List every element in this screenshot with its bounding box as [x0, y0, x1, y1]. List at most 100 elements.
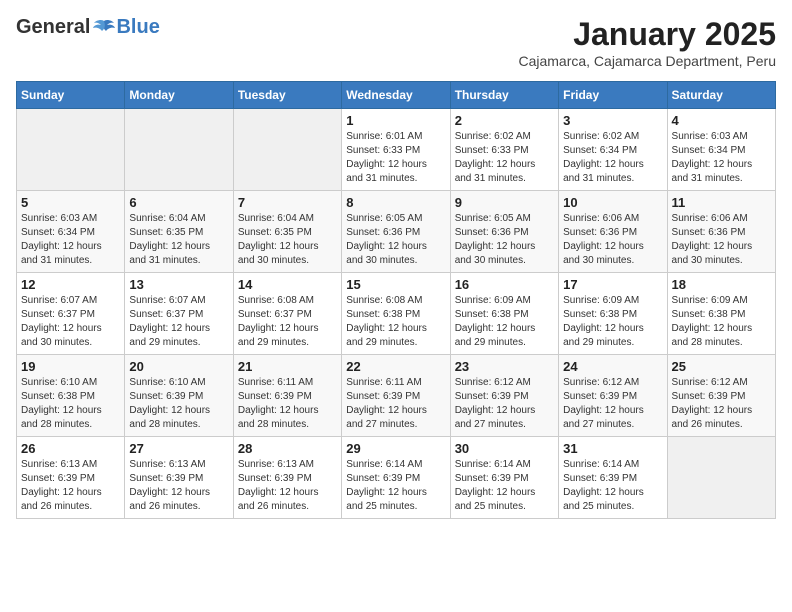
day-info: Sunrise: 6:06 AM Sunset: 6:36 PM Dayligh… — [563, 212, 662, 268]
page-header: General Blue January 2025 Cajamarca, Caj… — [16, 16, 776, 69]
day-info: Sunrise: 6:10 AM Sunset: 6:38 PM Dayligh… — [21, 376, 120, 432]
day-number: 1 — [346, 113, 445, 128]
calendar-cell: 27 Sunrise: 6:13 AM Sunset: 6:39 PM Dayli… — [125, 437, 233, 519]
day-number: 13 — [129, 277, 228, 292]
column-header-thursday: Thursday — [450, 82, 558, 109]
day-number: 29 — [346, 441, 445, 456]
logo-general-text: General — [16, 16, 90, 39]
column-header-saturday: Saturday — [667, 82, 775, 109]
day-info: Sunrise: 6:08 AM Sunset: 6:38 PM Dayligh… — [346, 294, 445, 350]
day-info: Sunrise: 6:12 AM Sunset: 6:39 PM Dayligh… — [455, 376, 554, 432]
day-info: Sunrise: 6:14 AM Sunset: 6:39 PM Dayligh… — [563, 458, 662, 514]
day-number: 14 — [238, 277, 337, 292]
day-info: Sunrise: 6:14 AM Sunset: 6:39 PM Dayligh… — [346, 458, 445, 514]
calendar-cell: 8Sunrise: 6:05 AM Sunset: 6:36 PM Daylig… — [342, 191, 450, 273]
day-number: 18 — [672, 277, 771, 292]
day-number: 6 — [129, 195, 228, 210]
day-number: 12 — [21, 277, 120, 292]
day-info: Sunrise: 6:11 AM Sunset: 6:39 PM Dayligh… — [346, 376, 445, 432]
day-info: Sunrise: 6:07 AM Sunset: 6:37 PM Dayligh… — [129, 294, 228, 350]
logo-bird-icon — [92, 19, 116, 37]
location-subtitle: Cajamarca, Cajamarca Department, Peru — [518, 53, 776, 69]
day-number: 26 — [21, 441, 120, 456]
day-info: Sunrise: 6:04 AM Sunset: 6:35 PM Dayligh… — [238, 212, 337, 268]
day-info: Sunrise: 6:10 AM Sunset: 6:39 PM Dayligh… — [129, 376, 228, 432]
day-number: 30 — [455, 441, 554, 456]
calendar-cell: 10 Sunrise: 6:06 AM Sunset: 6:36 PM Dayli… — [559, 191, 667, 273]
day-info: Sunrise: 6:08 AM Sunset: 6:37 PM Dayligh… — [238, 294, 337, 350]
calendar-cell: 22 Sunrise: 6:11 AM Sunset: 6:39 PM Dayli… — [342, 355, 450, 437]
calendar-cell: 16Sunrise: 6:09 AM Sunset: 6:38 PM Dayli… — [450, 273, 558, 355]
day-number: 24 — [563, 359, 662, 374]
column-header-monday: Monday — [125, 82, 233, 109]
calendar-cell: 19 Sunrise: 6:10 AM Sunset: 6:38 PM Dayli… — [17, 355, 125, 437]
calendar-week-1: 1 Sunrise: 6:01 AM Sunset: 6:33 PM Daylig… — [17, 109, 776, 191]
day-number: 4 — [672, 113, 771, 128]
column-header-wednesday: Wednesday — [342, 82, 450, 109]
day-info: Sunrise: 6:03 AM Sunset: 6:34 PM Dayligh… — [672, 130, 771, 186]
day-info: Sunrise: 6:13 AM Sunset: 6:39 PM Dayligh… — [129, 458, 228, 514]
calendar-cell: 18 Sunrise: 6:09 AM Sunset: 6:38 PM Dayli… — [667, 273, 775, 355]
calendar-cell: 17Sunrise: 6:09 AM Sunset: 6:38 PM Dayli… — [559, 273, 667, 355]
day-info: Sunrise: 6:03 AM Sunset: 6:34 PM Dayligh… — [21, 212, 120, 268]
logo-blue-text: Blue — [116, 16, 159, 39]
calendar-cell: 9Sunrise: 6:05 AM Sunset: 6:36 PM Daylig… — [450, 191, 558, 273]
calendar-cell: 24Sunrise: 6:12 AM Sunset: 6:39 PM Dayli… — [559, 355, 667, 437]
calendar-cell: 14 Sunrise: 6:08 AM Sunset: 6:37 PM Dayli… — [233, 273, 341, 355]
calendar-cell: 15 Sunrise: 6:08 AM Sunset: 6:38 PM Dayli… — [342, 273, 450, 355]
calendar-cell: 2Sunrise: 6:02 AM Sunset: 6:33 PM Daylig… — [450, 109, 558, 191]
logo: General Blue — [16, 16, 160, 39]
title-section: January 2025 Cajamarca, Cajamarca Depart… — [518, 16, 776, 69]
calendar-week-5: 26 Sunrise: 6:13 AM Sunset: 6:39 PM Dayli… — [17, 437, 776, 519]
day-info: Sunrise: 6:06 AM Sunset: 6:36 PM Dayligh… — [672, 212, 771, 268]
day-number: 8 — [346, 195, 445, 210]
calendar-cell — [667, 437, 775, 519]
calendar-cell: 25 Sunrise: 6:12 AM Sunset: 6:39 PM Dayli… — [667, 355, 775, 437]
day-number: 19 — [21, 359, 120, 374]
day-number: 5 — [21, 195, 120, 210]
day-number: 28 — [238, 441, 337, 456]
calendar-cell: 30Sunrise: 6:14 AM Sunset: 6:39 PM Dayli… — [450, 437, 558, 519]
calendar-cell — [125, 109, 233, 191]
day-number: 31 — [563, 441, 662, 456]
day-info: Sunrise: 6:05 AM Sunset: 6:36 PM Dayligh… — [455, 212, 554, 268]
day-number: 3 — [563, 113, 662, 128]
month-title: January 2025 — [518, 16, 776, 53]
calendar-cell: 13 Sunrise: 6:07 AM Sunset: 6:37 PM Dayli… — [125, 273, 233, 355]
calendar-cell: 3Sunrise: 6:02 AM Sunset: 6:34 PM Daylig… — [559, 109, 667, 191]
calendar-cell: 29 Sunrise: 6:14 AM Sunset: 6:39 PM Dayli… — [342, 437, 450, 519]
day-number: 27 — [129, 441, 228, 456]
day-info: Sunrise: 6:11 AM Sunset: 6:39 PM Dayligh… — [238, 376, 337, 432]
day-number: 10 — [563, 195, 662, 210]
calendar-cell: 23 Sunrise: 6:12 AM Sunset: 6:39 PM Dayli… — [450, 355, 558, 437]
day-info: Sunrise: 6:01 AM Sunset: 6:33 PM Dayligh… — [346, 130, 445, 186]
day-number: 23 — [455, 359, 554, 374]
calendar-cell: 26 Sunrise: 6:13 AM Sunset: 6:39 PM Dayli… — [17, 437, 125, 519]
calendar-cell: 31 Sunrise: 6:14 AM Sunset: 6:39 PM Dayli… — [559, 437, 667, 519]
day-number: 2 — [455, 113, 554, 128]
day-info: Sunrise: 6:13 AM Sunset: 6:39 PM Dayligh… — [21, 458, 120, 514]
calendar-cell — [233, 109, 341, 191]
day-info: Sunrise: 6:13 AM Sunset: 6:39 PM Dayligh… — [238, 458, 337, 514]
day-info: Sunrise: 6:12 AM Sunset: 6:39 PM Dayligh… — [672, 376, 771, 432]
day-number: 11 — [672, 195, 771, 210]
calendar-table: SundayMondayTuesdayWednesdayThursdayFrid… — [16, 81, 776, 519]
day-info: Sunrise: 6:09 AM Sunset: 6:38 PM Dayligh… — [563, 294, 662, 350]
day-number: 25 — [672, 359, 771, 374]
day-number: 20 — [129, 359, 228, 374]
column-header-sunday: Sunday — [17, 82, 125, 109]
calendar-week-4: 19 Sunrise: 6:10 AM Sunset: 6:38 PM Dayli… — [17, 355, 776, 437]
column-header-tuesday: Tuesday — [233, 82, 341, 109]
calendar-cell: 7Sunrise: 6:04 AM Sunset: 6:35 PM Daylig… — [233, 191, 341, 273]
calendar-cell: 1 Sunrise: 6:01 AM Sunset: 6:33 PM Daylig… — [342, 109, 450, 191]
day-number: 15 — [346, 277, 445, 292]
calendar-cell: 12Sunrise: 6:07 AM Sunset: 6:37 PM Dayli… — [17, 273, 125, 355]
calendar-cell: 6Sunrise: 6:04 AM Sunset: 6:35 PM Daylig… — [125, 191, 233, 273]
day-number: 16 — [455, 277, 554, 292]
calendar-cell: 11 Sunrise: 6:06 AM Sunset: 6:36 PM Dayli… — [667, 191, 775, 273]
day-info: Sunrise: 6:09 AM Sunset: 6:38 PM Dayligh… — [672, 294, 771, 350]
calendar-cell: 28 Sunrise: 6:13 AM Sunset: 6:39 PM Dayli… — [233, 437, 341, 519]
day-number: 21 — [238, 359, 337, 374]
day-number: 22 — [346, 359, 445, 374]
calendar-header-row: SundayMondayTuesdayWednesdayThursdayFrid… — [17, 82, 776, 109]
